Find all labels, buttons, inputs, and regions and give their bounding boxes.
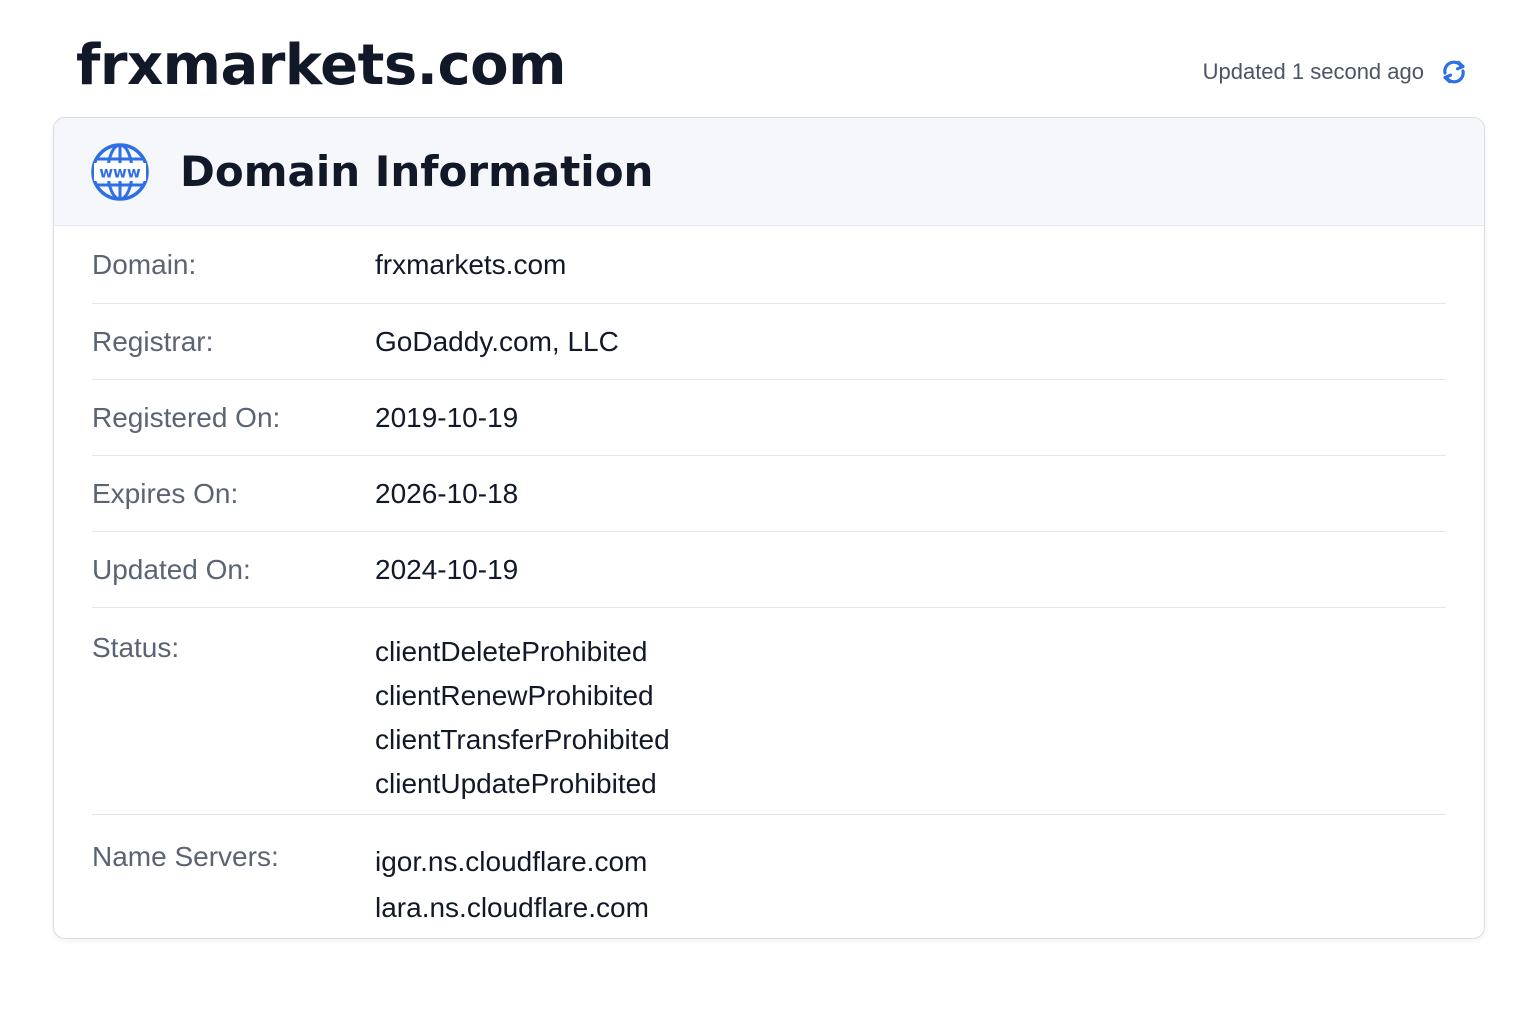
value-domain: frxmarkets.com — [375, 248, 567, 280]
label-registered-on: Registered On: — [92, 401, 281, 433]
update-status: Updated 1 second ago — [1203, 52, 1470, 92]
status-item: clientRenewProhibited — [375, 680, 654, 711]
name-server-item: igor.ns.cloudflare.com — [375, 846, 648, 877]
globe-www-icon: www — [90, 142, 150, 202]
label-domain: Domain: — [92, 248, 197, 280]
label-updated-on: Updated On: — [92, 553, 251, 585]
status-item: clientUpdateProhibited — [375, 768, 657, 799]
status-item: clientTransferProhibited — [375, 724, 670, 755]
value-registrar: GoDaddy.com, LLC — [375, 325, 619, 357]
row-name-servers: Name Servers: igor.ns.cloudflare.com lar… — [92, 815, 1446, 938]
row-expires-on: Expires On: 2026-10-18 — [92, 456, 1446, 532]
status-list: clientDeleteProhibited clientRenewProhib… — [375, 630, 670, 814]
row-registered-on: Registered On: 2019-10-19 — [92, 380, 1446, 456]
name-server-item: lara.ns.cloudflare.com — [375, 892, 649, 923]
name-server-list: igor.ns.cloudflare.com lara.ns.cloudflar… — [375, 839, 649, 938]
updated-timestamp: Updated 1 second ago — [1202, 59, 1424, 84]
value-registered-on: 2019-10-19 — [375, 401, 519, 433]
row-domain: Domain: frxmarkets.com — [92, 226, 1446, 304]
row-updated-on: Updated On: 2024-10-19 — [92, 532, 1446, 608]
page-header: frxmarkets.com Updated 1 second ago — [0, 0, 1536, 116]
value-expires-on: 2026-10-18 — [375, 477, 519, 509]
label-expires-on: Expires On: — [92, 477, 239, 509]
value-updated-on: 2024-10-19 — [375, 553, 519, 585]
domain-info-card: www Domain Information Domain: frxmarket… — [53, 117, 1485, 939]
status-item: clientDeleteProhibited — [375, 636, 648, 667]
row-status: Status: clientDeleteProhibited clientRen… — [92, 608, 1446, 815]
info-table: Domain: frxmarkets.com Registrar: GoDadd… — [54, 226, 1484, 938]
globe-icon-text: www — [99, 163, 141, 181]
card-title: Domain Information — [180, 147, 654, 196]
label-status: Status: — [92, 632, 180, 663]
label-registrar: Registrar: — [92, 325, 214, 357]
page-title: frxmarkets.com — [76, 33, 566, 98]
row-registrar: Registrar: GoDaddy.com, LLC — [92, 304, 1446, 380]
refresh-icon[interactable] — [1438, 56, 1470, 88]
label-name-servers: Name Servers: — [92, 841, 279, 872]
card-header: www Domain Information — [54, 118, 1484, 226]
